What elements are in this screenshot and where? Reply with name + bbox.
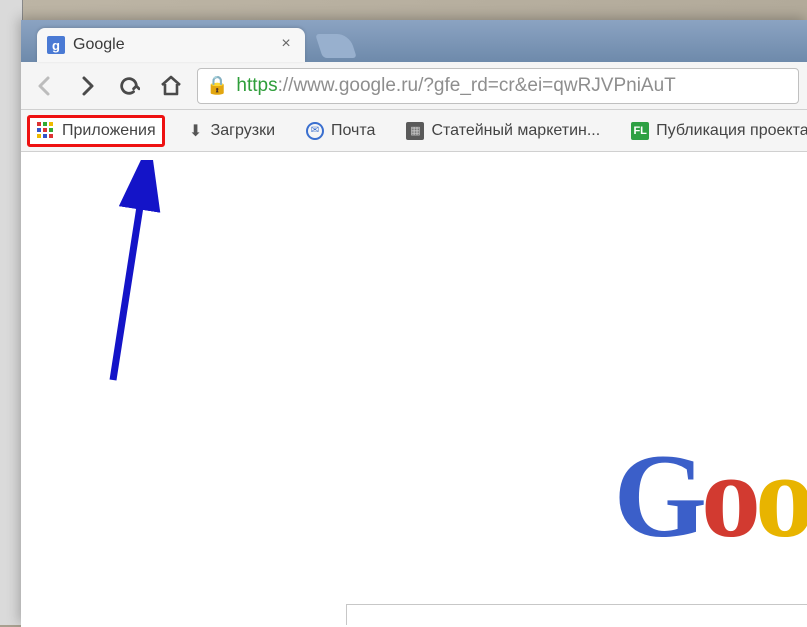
site-icon: ▦ (405, 121, 425, 141)
bookmark-apps[interactable]: Приложения (27, 115, 165, 147)
new-tab-button[interactable] (315, 34, 357, 58)
bookmark-fl-publication[interactable]: FL Публикация проекта... (622, 116, 807, 146)
home-button[interactable] (155, 70, 187, 102)
logo-letter: o (755, 427, 807, 565)
search-box[interactable] (346, 604, 807, 625)
reload-button[interactable] (113, 70, 145, 102)
tab-strip: g Google × (21, 20, 807, 62)
bookmark-stat-marketing[interactable]: ▦ Статейный маркетин... (397, 116, 608, 146)
tab-title: Google (73, 36, 277, 54)
google-favicon-icon: g (47, 36, 65, 54)
url-scheme: https (236, 75, 277, 97)
arrow-right-icon (75, 74, 99, 98)
background-window-strip (0, 0, 23, 625)
lock-icon: 🔒 (206, 75, 228, 96)
tab-google[interactable]: g Google × (37, 28, 305, 62)
bookmark-label: Статейный маркетин... (431, 122, 600, 140)
chrome-window: g Google × 🔒 https://www.google.ru/?gfe_… (21, 20, 807, 625)
address-bar[interactable]: 🔒 https://www.google.ru/?gfe_rd=cr&ei=qw… (197, 68, 799, 104)
close-tab-icon[interactable]: × (277, 36, 295, 54)
forward-button[interactable] (71, 70, 103, 102)
logo-letter: o (701, 427, 755, 565)
google-logo: Goo (614, 427, 807, 565)
bookmark-label: Приложения (62, 122, 156, 140)
url-rest: ://www.google.ru/?gfe_rd=cr&ei=qwRJVPniA… (278, 75, 676, 97)
bookmark-label: Почта (331, 122, 375, 140)
home-icon (159, 74, 183, 98)
bookmark-downloads[interactable]: ⬇ Загрузки (179, 117, 283, 145)
bookmarks-bar: Приложения ⬇ Загрузки ✉ Почта ▦ Статейны… (21, 110, 807, 152)
logo-letter: G (614, 427, 701, 565)
page-content: Goo (21, 152, 807, 627)
fl-icon: FL (630, 121, 650, 141)
download-icon: ⬇ (187, 122, 205, 140)
annotation-arrow-icon (91, 160, 171, 390)
arrow-left-icon (33, 74, 57, 98)
mail-icon: ✉ (305, 121, 325, 141)
reload-icon (118, 75, 140, 97)
bookmark-mail[interactable]: ✉ Почта (297, 116, 383, 146)
nav-toolbar: 🔒 https://www.google.ru/?gfe_rd=cr&ei=qw… (21, 62, 807, 110)
bookmark-label: Публикация проекта... (656, 122, 807, 140)
back-button[interactable] (29, 70, 61, 102)
bookmark-label: Загрузки (211, 122, 275, 140)
apps-grid-icon (36, 121, 56, 141)
